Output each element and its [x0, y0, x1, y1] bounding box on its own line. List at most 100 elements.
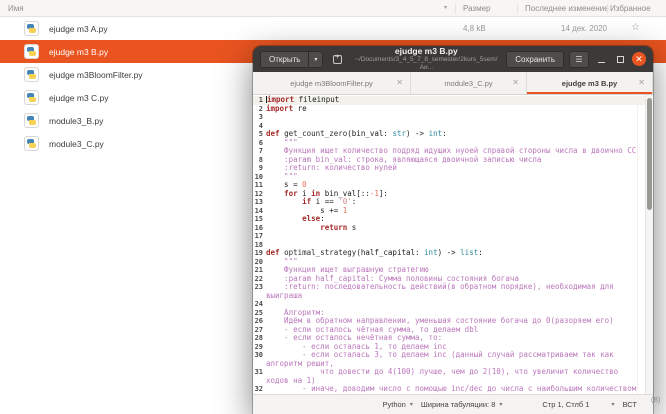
line-number: 15	[253, 215, 266, 224]
column-header-size[interactable]: Размер	[463, 4, 491, 13]
maximize-button[interactable]	[613, 52, 627, 66]
file-name: ejudge m3 C.py	[49, 93, 109, 103]
status-bar: Python▾ Ширина табуляции: 8▾ Стр 1, Стлб…	[253, 394, 653, 414]
save-button[interactable]: Сохранить	[506, 51, 564, 68]
minimize-button[interactable]	[594, 52, 608, 66]
line-number: 31	[253, 368, 266, 377]
line-number: 14	[253, 207, 266, 216]
code-line: 23 :return: последовательность действий(…	[253, 283, 653, 292]
line-number: 7	[253, 147, 266, 156]
vertical-scrollbar[interactable]	[645, 95, 653, 394]
line-number: 2	[253, 105, 266, 114]
column-header-starred[interactable]: Избранное	[610, 4, 651, 13]
line-number: 11	[253, 181, 266, 190]
file-name: module3_C.py	[49, 139, 104, 149]
sort-caret-icon: ▾	[444, 4, 447, 11]
star-icon[interactable]: ☆	[631, 21, 640, 34]
tab-label: ejudge m3BloomFilter.py	[290, 79, 373, 88]
close-button[interactable]: ✕	[632, 52, 646, 66]
column-header-modified[interactable]: Последнее изменение	[525, 4, 609, 13]
window-title-area: ejudge m3 B.py ~/Documents/3_4_5_7_8_sem…	[351, 46, 501, 72]
new-document-icon: +	[333, 55, 342, 64]
code-text: :return: количество нулей	[266, 164, 653, 173]
scrollbar-thumb[interactable]	[647, 98, 652, 210]
open-button[interactable]: Открыть	[260, 51, 308, 68]
new-document-button[interactable]: +	[328, 51, 346, 68]
line-number: 21	[253, 266, 266, 275]
code-text: def get_count_zero(bin_val: str) -> int:	[266, 130, 653, 139]
open-split-button: Открыть ▾	[260, 51, 323, 68]
code-line: 17	[253, 232, 653, 241]
cursor-position-indicator[interactable]: Стр 1, Стлб 1	[542, 400, 589, 409]
minimize-icon	[598, 62, 605, 63]
editor-tab[interactable]: ejudge m3 B.py ✕	[527, 72, 653, 94]
column-header-name[interactable]: Имя	[8, 4, 24, 13]
column-divider	[607, 4, 608, 14]
line-number: 13	[253, 198, 266, 207]
line-number: 19	[253, 249, 266, 258]
chevron-down-icon: ▾	[410, 401, 413, 408]
line-number	[253, 377, 266, 386]
column-divider	[455, 4, 456, 14]
open-dropdown-button[interactable]: ▾	[308, 51, 323, 68]
tab-width-selector[interactable]: Ширина табуляции: 8▾	[421, 400, 503, 409]
line-number: 10	[253, 173, 266, 182]
file-row[interactable]: ejudge m3 A.py4,8 kB14 дек. 2020☆	[0, 17, 666, 40]
tab-close-icon[interactable]: ✕	[638, 79, 645, 87]
code-text: что довести до 4(100) лучше, чем до 2(10…	[266, 368, 653, 377]
hamburger-menu-button[interactable]: ☰	[569, 51, 589, 68]
line-number: 20	[253, 258, 266, 267]
line-number: 30	[253, 351, 266, 360]
line-number: 26	[253, 317, 266, 326]
column-divider	[517, 4, 518, 14]
code-area[interactable]: 1import fileinput2import re345def get_co…	[253, 95, 653, 394]
clipped-status-text: (B)	[651, 397, 660, 404]
tab-label: ejudge m3 B.py	[562, 79, 617, 88]
editor-tab[interactable]: module3_C.py✕	[411, 72, 527, 94]
insert-mode-indicator[interactable]: ВСТ	[622, 400, 637, 409]
line-number: 1	[253, 96, 266, 105]
line-number: 8	[253, 156, 266, 165]
line-number: 23	[253, 283, 266, 292]
code-text: - иначе, доводим число с помощью inc/dec…	[266, 385, 653, 394]
tab-close-icon[interactable]: ✕	[396, 79, 403, 87]
code-line: 1import fileinput	[253, 96, 653, 105]
line-number	[253, 292, 266, 301]
line-number: 25	[253, 309, 266, 318]
line-number: 27	[253, 326, 266, 335]
file-modified-date: 14 дек. 2020	[520, 24, 607, 33]
code-text: def optimal_strategy(half_capital: int) …	[266, 249, 653, 258]
line-number: 18	[253, 241, 266, 250]
python-file-icon	[24, 44, 39, 59]
code-line: 16 return s	[253, 224, 653, 233]
language-selector[interactable]: Python▾	[383, 400, 413, 409]
right-margin-line	[637, 95, 638, 394]
code-text: """	[266, 173, 653, 182]
line-number: 22	[253, 275, 266, 284]
line-number: 17	[253, 232, 266, 241]
editor-tab[interactable]: ejudge m3BloomFilter.py ✕	[253, 72, 411, 94]
line-number: 12	[253, 190, 266, 199]
code-line: 5def get_count_zero(bin_val: str) -> int…	[253, 130, 653, 139]
line-number: 9	[253, 164, 266, 173]
code-text: return s	[266, 224, 653, 233]
python-file-icon	[24, 113, 39, 128]
line-number: 29	[253, 343, 266, 352]
line-number: 24	[253, 300, 266, 309]
tab-close-icon[interactable]: ✕	[512, 79, 519, 87]
code-line: 3	[253, 113, 653, 122]
file-name: module3_B.py	[49, 116, 103, 126]
code-text: выиграша	[266, 292, 653, 301]
line-number: 28	[253, 334, 266, 343]
python-file-icon	[24, 90, 39, 105]
maximize-icon	[617, 56, 624, 63]
python-file-icon	[24, 136, 39, 151]
line-number: 16	[253, 224, 266, 233]
code-line: 10 """	[253, 173, 653, 182]
text-editor-window: Открыть ▾ + ejudge m3 B.py ~/Documents/3…	[253, 46, 653, 414]
file-size: 4,8 kB	[463, 24, 486, 33]
code-text	[266, 113, 653, 122]
code-text: :return: последовательность действий(в о…	[266, 283, 653, 292]
tab-bar: ejudge m3BloomFilter.py✕module3_C.py✕eju…	[253, 72, 653, 95]
window-title: ejudge m3 B.py	[351, 46, 501, 56]
